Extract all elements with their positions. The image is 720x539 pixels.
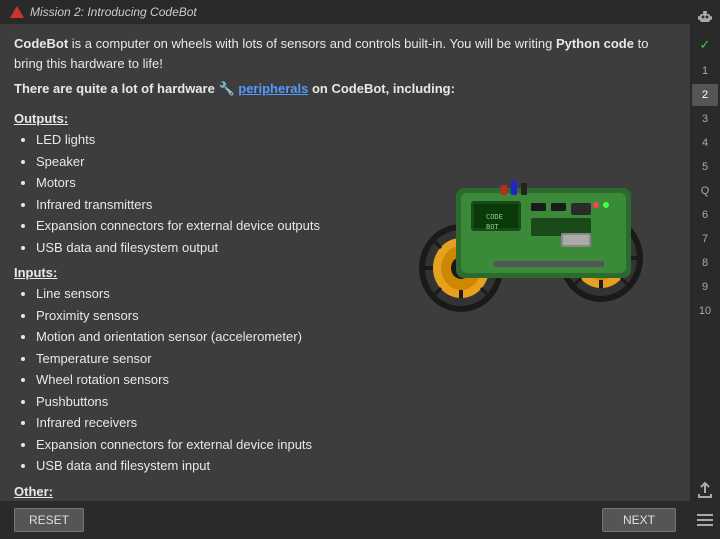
list-item: Motion and orientation sensor (accelerom… xyxy=(36,327,396,347)
main-content: Mission 2: Introducing CodeBot CodeBot i… xyxy=(0,0,690,539)
inputs-list: Line sensors Proximity sensors Motion an… xyxy=(14,284,396,476)
list-item: USB data and filesystem output xyxy=(36,238,396,258)
hamburger-line-1 xyxy=(697,514,713,516)
upload-icon[interactable] xyxy=(692,477,718,503)
outputs-heading: Outputs: xyxy=(14,111,396,126)
sidebar-num-7[interactable]: 7 xyxy=(692,228,718,250)
mission-icon xyxy=(10,6,24,18)
intro-paragraph: CodeBot is a computer on wheels with lot… xyxy=(14,34,676,73)
inputs-heading: Inputs: xyxy=(14,265,396,280)
heading-text-end: on CodeBot, including: xyxy=(312,81,455,96)
hamburger-line-3 xyxy=(697,524,713,526)
content-body: Outputs: LED lights Speaker Motors Infra… xyxy=(14,103,676,501)
list-item: Expansion connectors for external device… xyxy=(36,435,396,455)
list-item: USB data and filesystem input xyxy=(36,456,396,476)
sidebar-num-8[interactable]: 8 xyxy=(692,252,718,274)
sidebar-q[interactable]: Q xyxy=(692,180,718,202)
text-column: Outputs: LED lights Speaker Motors Infra… xyxy=(14,103,396,501)
hamburger-menu-icon[interactable] xyxy=(692,507,718,533)
sidebar-num-9[interactable]: 9 xyxy=(692,276,718,298)
intro-text-middle: is a computer on wheels with lots of sen… xyxy=(72,36,553,51)
robot-image-area: CODE BOT xyxy=(396,103,676,501)
check-mark: ✓ xyxy=(700,37,711,53)
sidebar-num-4[interactable]: 4 xyxy=(692,132,718,154)
list-item: Line sensors xyxy=(36,284,396,304)
sidebar-num-5[interactable]: 5 xyxy=(692,156,718,178)
list-item: Motors xyxy=(36,173,396,193)
hamburger-line-2 xyxy=(697,519,713,521)
robot-image: CODE BOT xyxy=(406,113,666,313)
mission-title: Mission 2: Introducing CodeBot xyxy=(30,5,197,19)
list-item: Infrared transmitters xyxy=(36,195,396,215)
peripherals-link[interactable]: peripherals xyxy=(238,81,308,96)
sidebar-num-10[interactable]: 10 xyxy=(692,300,718,322)
sidebar-num-3[interactable]: 3 xyxy=(692,108,718,130)
codebot-name: CodeBot xyxy=(14,36,68,51)
sidebar-bottom xyxy=(692,477,718,539)
list-item: Proximity sensors xyxy=(36,306,396,326)
title-bar: Mission 2: Introducing CodeBot xyxy=(0,0,690,24)
section-heading: There are quite a lot of hardware 🔧 peri… xyxy=(14,81,676,97)
list-item: Speaker xyxy=(36,152,396,172)
list-item: LED lights xyxy=(36,130,396,150)
list-item: Infrared receivers xyxy=(36,413,396,433)
reset-button[interactable]: RESET xyxy=(14,508,84,532)
svg-text:CODE: CODE xyxy=(486,213,503,221)
content-area: CodeBot is a computer on wheels with lot… xyxy=(0,24,690,501)
right-sidebar: ✓ 1 2 3 4 5 Q 6 7 8 9 10 xyxy=(690,0,720,539)
python-code-text: Python code xyxy=(556,36,634,51)
next-button[interactable]: NEXT xyxy=(602,508,676,532)
list-item: Expansion connectors for external device… xyxy=(36,216,396,236)
outputs-list: LED lights Speaker Motors Infrared trans… xyxy=(14,130,396,257)
list-item: Temperature sensor xyxy=(36,349,396,369)
sidebar-num-2[interactable]: 2 xyxy=(692,84,718,106)
sidebar-num-6[interactable]: 6 xyxy=(692,204,718,226)
list-item: Pushbuttons xyxy=(36,392,396,412)
robot-icon[interactable] xyxy=(692,4,718,30)
check-icon[interactable]: ✓ xyxy=(692,32,718,58)
hamburger-lines xyxy=(697,514,713,526)
bottom-bar: RESET NEXT xyxy=(0,501,690,539)
svg-text:BOT: BOT xyxy=(486,223,499,231)
sidebar-num-1[interactable]: 1 xyxy=(692,60,718,82)
heading-text-start: There are quite a lot of hardware xyxy=(14,81,215,96)
other-heading: Other: xyxy=(14,484,396,499)
list-item: Wheel rotation sensors xyxy=(36,370,396,390)
